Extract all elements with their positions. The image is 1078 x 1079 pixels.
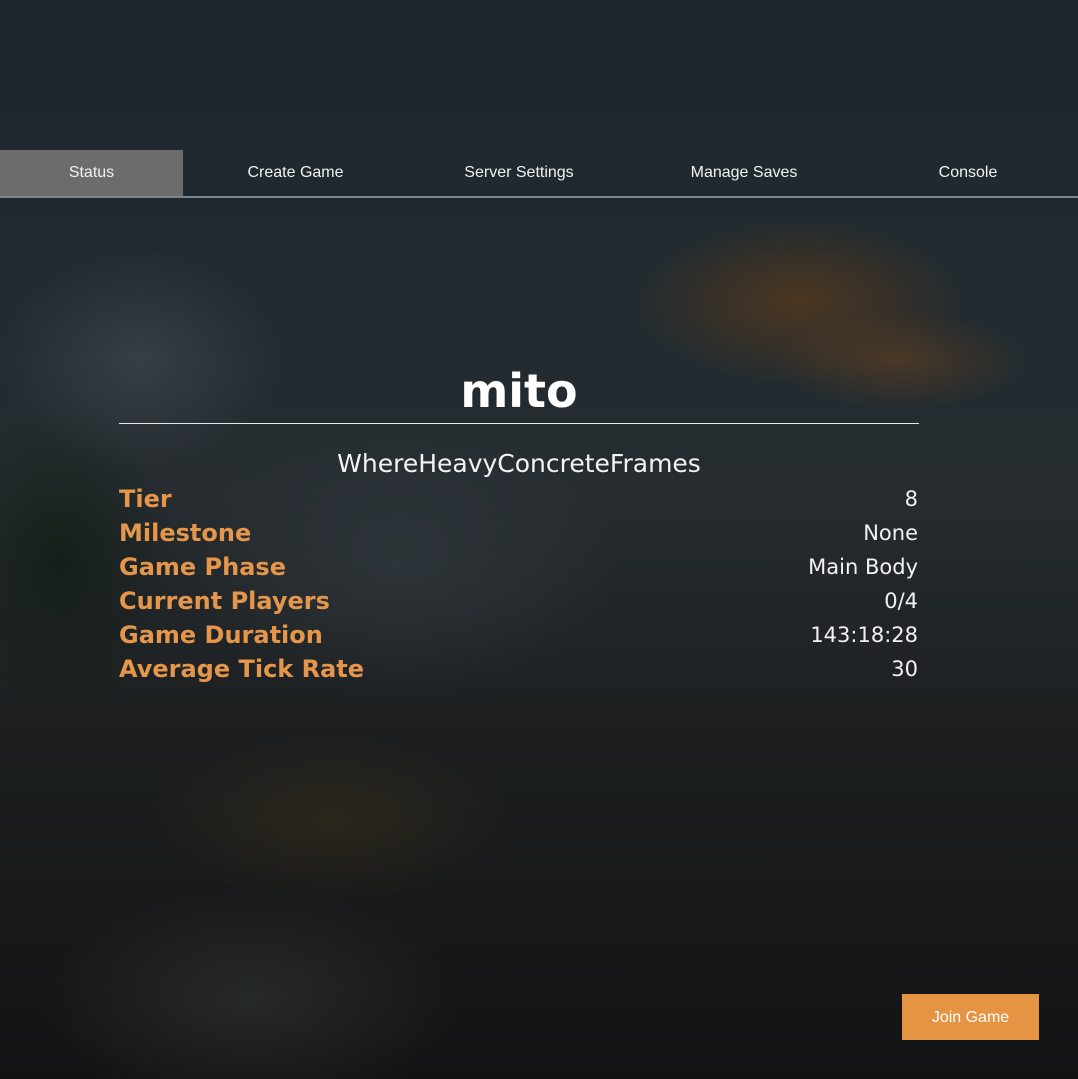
stat-row-milestone: Milestone None [119,516,919,550]
stat-value: 8 [904,487,918,511]
stat-label: Current Players [119,587,330,615]
stat-row-average-tick-rate: Average Tick Rate 30 [119,652,919,686]
tab-bar: Status Create Game Server Settings Manag… [0,150,1078,198]
stat-value: 143:18:28 [810,623,918,647]
tab-status[interactable]: Status [0,150,183,196]
session-name: WhereHeavyConcreteFrames [337,449,701,478]
stat-value: Main Body [808,555,918,579]
server-name: mito [460,364,578,418]
stat-row-game-duration: Game Duration 143:18:28 [119,618,919,652]
stat-row-tier: Tier 8 [119,482,919,516]
stat-label: Game Phase [119,553,286,581]
stats-list: Tier 8 Milestone None Game Phase Main Bo… [119,482,919,686]
stat-label: Game Duration [119,621,323,649]
stat-value: 0/4 [884,589,918,613]
tab-server-settings[interactable]: Server Settings [408,150,630,196]
server-status-panel: mito WhereHeavyConcreteFrames Tier 8 Mil… [119,360,919,686]
stat-row-game-phase: Game Phase Main Body [119,550,919,584]
tab-console[interactable]: Console [858,150,1078,196]
stat-label: Average Tick Rate [119,655,365,683]
stat-row-current-players: Current Players 0/4 [119,584,919,618]
stat-value: None [863,521,918,545]
tab-create-game[interactable]: Create Game [183,150,408,196]
join-game-button[interactable]: Join Game [902,994,1039,1040]
tab-manage-saves[interactable]: Manage Saves [630,150,858,196]
stat-label: Tier [119,485,172,513]
stat-value: 30 [891,657,918,681]
title-divider [119,423,919,424]
stat-label: Milestone [119,519,252,547]
